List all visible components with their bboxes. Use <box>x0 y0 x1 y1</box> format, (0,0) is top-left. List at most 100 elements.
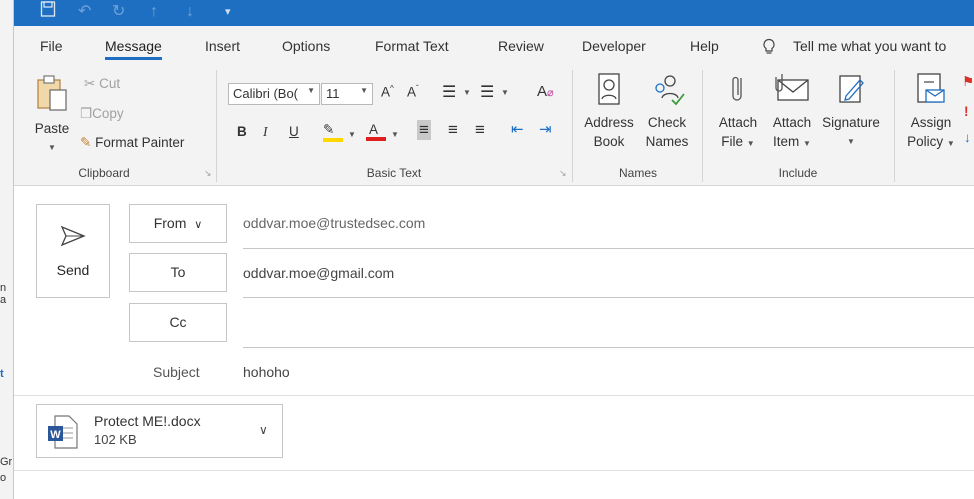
background-text: t <box>0 368 4 380</box>
to-button[interactable]: To <box>129 253 227 292</box>
tab-file[interactable]: File <box>40 38 63 54</box>
tab-message[interactable]: Message <box>105 38 162 60</box>
attach-file-label-1: Attach <box>718 115 758 130</box>
chevron-down-icon[interactable]: ∨ <box>259 423 268 437</box>
signature-button[interactable]: Signature ▼ <box>818 72 884 151</box>
background-text: o <box>0 472 7 484</box>
attachment-name: Protect ME!.docx <box>94 413 201 429</box>
attach-item-icon <box>775 74 809 101</box>
redo-icon[interactable]: ↻ <box>112 0 125 26</box>
attach-item-button[interactable]: Attach Item ▼ <box>766 72 818 153</box>
customize-qat-icon[interactable]: ▾ <box>225 0 231 26</box>
attachment-size: 102 KB <box>94 432 137 447</box>
subject-label: Subject <box>153 364 200 380</box>
tab-review[interactable]: Review <box>498 38 544 54</box>
dialog-launcher-icon[interactable]: ↘ <box>559 168 567 179</box>
numbering-icon[interactable]: ☰ <box>480 82 494 102</box>
copy-icon: ❐ <box>80 106 93 121</box>
paste-label: Paste <box>34 121 70 136</box>
tab-insert[interactable]: Insert <box>205 38 240 54</box>
group-separator <box>216 70 217 182</box>
assign-policy-label-1: Assign <box>910 115 952 130</box>
copy-button[interactable]: ❐Copy <box>80 106 124 122</box>
shrink-font-icon[interactable]: Aˇ <box>407 84 419 100</box>
from-button[interactable]: From ∨ <box>129 204 227 243</box>
up-arrow-icon[interactable]: ↑ <box>150 0 158 26</box>
chevron-down-icon: ▼ <box>501 88 509 97</box>
group-label-clipboard: Clipboard <box>78 166 130 180</box>
importance-low-icon[interactable]: ↓ <box>964 130 974 150</box>
align-left-icon[interactable]: ≡ <box>417 120 431 140</box>
attachment-card[interactable]: W Protect ME!.docx 102 KB ∨ <box>36 404 283 458</box>
check-names-label-1: Check <box>647 115 687 130</box>
svg-text:W: W <box>50 429 61 441</box>
save-icon[interactable] <box>40 0 56 26</box>
increase-indent-icon[interactable]: ⇥ <box>539 120 552 138</box>
cut-label: Cut <box>99 76 121 91</box>
scissors-icon: ✂ <box>84 76 96 91</box>
clear-formatting-icon[interactable]: A⌀ <box>537 83 554 100</box>
bold-button[interactable]: B <box>237 124 247 139</box>
paste-icon <box>37 75 67 111</box>
address-book-button[interactable]: Address Book <box>580 72 638 151</box>
group-separator <box>702 70 703 182</box>
highlight-button[interactable]: ✎ <box>323 122 343 142</box>
underline-button[interactable]: U <box>289 124 299 139</box>
undo-icon[interactable]: ↶ <box>78 0 91 26</box>
signature-label: Signature <box>822 115 880 130</box>
flag-icon[interactable]: ⚑ <box>962 74 974 92</box>
font-size-value: 11 <box>326 86 340 101</box>
assign-policy-icon <box>917 73 945 103</box>
bullets-icon[interactable]: ☰ <box>442 82 456 102</box>
from-field[interactable]: oddvar.moe@trustedsec.com <box>243 215 425 231</box>
address-book-label-1: Address <box>584 115 634 130</box>
assign-policy-button[interactable]: Assign Policy ▼ <box>902 72 960 153</box>
tab-help[interactable]: Help <box>690 38 719 54</box>
align-right-icon[interactable]: ≡ <box>475 120 485 140</box>
group-separator <box>894 70 895 182</box>
importance-high-icon[interactable]: ! <box>964 104 974 122</box>
decrease-indent-icon[interactable]: ⇤ <box>511 120 524 138</box>
check-names-button[interactable]: Check Names <box>642 72 692 151</box>
tab-developer[interactable]: Developer <box>582 38 646 54</box>
attach-file-label-2: File <box>721 134 744 149</box>
chevron-down-icon: ▼ <box>48 143 56 152</box>
subject-field[interactable]: hohoho <box>243 364 290 380</box>
font-color-button[interactable]: A <box>366 122 386 141</box>
format-painter-button[interactable]: ✎ Format Painter <box>80 135 184 151</box>
cut-button[interactable]: ✂ Cut <box>84 76 120 92</box>
address-book-label-2: Book <box>593 134 625 149</box>
align-center-icon[interactable]: ≡ <box>448 120 458 140</box>
to-field[interactable]: oddvar.moe@gmail.com <box>243 265 394 281</box>
send-icon <box>60 225 86 247</box>
down-arrow-icon[interactable]: ↓ <box>186 0 194 26</box>
chevron-down-icon: ▼ <box>746 139 755 148</box>
attach-item-label-1: Attach <box>772 115 812 130</box>
italic-button[interactable]: I <box>263 124 268 140</box>
send-button[interactable]: Send <box>36 204 110 298</box>
field-divider <box>243 347 974 348</box>
quick-access-toolbar: ↶ ↻ ↑ ↓ ▾ <box>0 0 974 26</box>
chevron-down-icon: ▼ <box>391 130 399 139</box>
lightbulb-icon <box>762 38 776 59</box>
font-size-combo[interactable]: 11 ▼ <box>321 83 373 105</box>
dialog-launcher-icon[interactable]: ↘ <box>204 168 212 179</box>
paintbrush-icon: ✎ <box>80 135 92 150</box>
paste-button[interactable]: Paste ▼ <box>32 74 72 157</box>
copy-label: Copy <box>92 106 124 121</box>
tab-options[interactable]: Options <box>282 38 330 54</box>
chevron-down-icon: ▼ <box>847 137 855 146</box>
cc-button[interactable]: Cc <box>129 303 227 342</box>
font-name-value: Calibri (Bo( <box>233 86 299 101</box>
chevron-down-icon: ▼ <box>946 139 955 148</box>
group-label-names: Names <box>618 166 657 180</box>
attach-item-label-2: Item <box>773 134 800 149</box>
grow-font-icon[interactable]: A^ <box>381 84 394 100</box>
paperclip-icon <box>732 76 742 101</box>
attachment-divider <box>14 470 974 471</box>
tab-format-text[interactable]: Format Text <box>375 38 449 54</box>
attach-file-button[interactable]: Attach File ▼ <box>713 72 763 153</box>
highlighter-icon: ✎ <box>323 122 335 137</box>
tell-me-search[interactable]: Tell me what you want to <box>793 38 946 54</box>
font-name-combo[interactable]: Calibri (Bo(▼ <box>228 83 320 105</box>
